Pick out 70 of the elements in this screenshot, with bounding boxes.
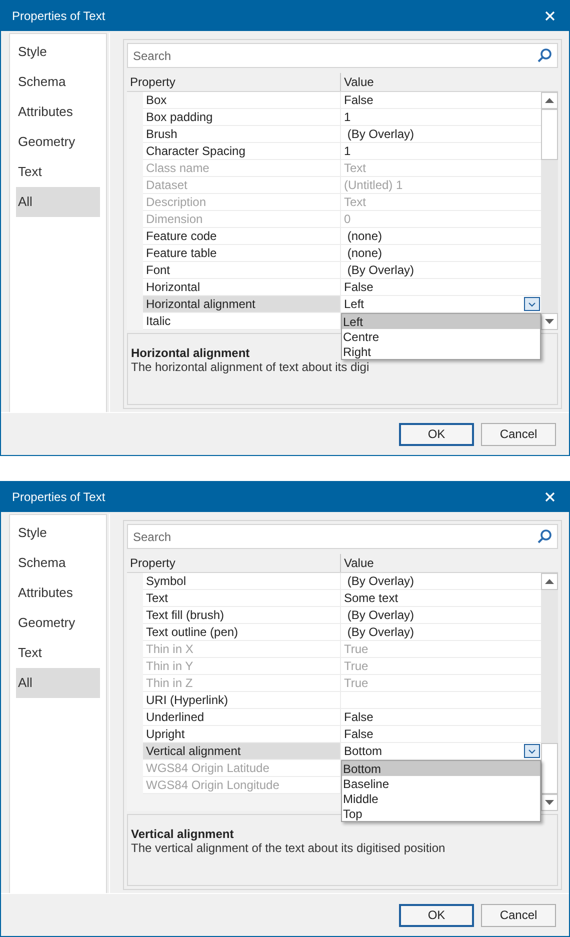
property-name[interactable]: Horizontal alignment	[143, 296, 341, 313]
dropdown-option[interactable]: Baseline	[342, 776, 540, 791]
dropdown-option[interactable]: Centre	[342, 329, 540, 344]
dropdown-chevron-icon[interactable]	[524, 297, 540, 311]
window-title: Properties of Text	[12, 8, 106, 25]
category-item[interactable]: Text	[16, 638, 100, 668]
category-item[interactable]: Geometry	[16, 127, 100, 157]
category-item[interactable]: Attributes	[16, 578, 100, 608]
search-field[interactable]: Search	[127, 43, 558, 68]
scroll-up-icon[interactable]	[545, 579, 554, 584]
property-name[interactable]: Text	[143, 590, 341, 607]
search-input[interactable]: Search	[133, 528, 537, 546]
property-name[interactable]: Feature code	[143, 228, 341, 245]
description-title: Vertical alignment	[131, 827, 234, 841]
scroll-thumb[interactable]	[541, 109, 558, 160]
close-icon[interactable]	[545, 11, 555, 21]
category-item[interactable]: Style	[16, 518, 100, 548]
category-item[interactable]: All	[16, 187, 100, 217]
scroll-up-icon[interactable]	[545, 98, 554, 103]
dropdown-option[interactable]: Bottom	[342, 761, 540, 776]
property-name[interactable]: Horizontal	[143, 279, 341, 296]
property-name[interactable]: Box	[143, 92, 341, 109]
description-text: The horizontal alignment of text about its digi	[131, 360, 370, 374]
category-item[interactable]: Attributes	[16, 97, 100, 127]
scrollbar[interactable]	[541, 92, 558, 330]
category-item[interactable]: Schema	[16, 67, 100, 97]
dropdown-option[interactable]: Middle	[342, 791, 540, 806]
property-name[interactable]: Underlined	[143, 709, 341, 726]
description-title: Horizontal alignment	[131, 346, 250, 360]
column-header[interactable]: Property	[127, 73, 341, 91]
property-name[interactable]: Italic	[143, 313, 341, 330]
value-cell[interactable]	[341, 692, 541, 709]
search-icon[interactable]	[537, 48, 552, 63]
property-name[interactable]: URI (Hyperlink)	[143, 692, 341, 709]
scroll-thumb[interactable]	[541, 743, 558, 794]
column-header[interactable]: Value	[341, 73, 558, 91]
scroll-down-icon[interactable]	[545, 800, 554, 805]
dropdown-chevron-icon[interactable]	[524, 744, 540, 758]
property-name[interactable]: Text outline (pen)	[143, 624, 341, 641]
window-title: Properties of Text	[12, 489, 106, 506]
dropdown-option[interactable]: Top	[342, 806, 540, 821]
property-name[interactable]: Symbol	[143, 573, 341, 590]
search-input[interactable]: Search	[133, 46, 537, 64]
dialog-button[interactable]: OK	[399, 422, 474, 446]
search-field[interactable]: Search	[127, 524, 558, 549]
property-name[interactable]: Text fill (brush)	[143, 607, 341, 624]
property-name[interactable]: Upright	[143, 726, 341, 743]
category-item[interactable]: All	[16, 668, 100, 698]
search-icon[interactable]	[537, 529, 552, 544]
dialog-button[interactable]: OK	[399, 904, 474, 926]
category-item[interactable]: Schema	[16, 548, 100, 578]
column-header[interactable]: Value	[341, 554, 558, 572]
close-icon[interactable]	[545, 492, 555, 502]
property-name[interactable]: Font	[143, 262, 341, 279]
column-header[interactable]: Property	[127, 554, 341, 572]
dialog-button[interactable]: Cancel	[481, 904, 556, 926]
property-name[interactable]: Box padding	[143, 109, 341, 126]
property-name[interactable]: Character Spacing	[143, 143, 341, 160]
category-item[interactable]: Geometry	[16, 608, 100, 638]
property-name[interactable]: Brush	[143, 126, 341, 143]
dialog-button[interactable]: Cancel	[481, 422, 556, 446]
property-name[interactable]: Vertical alignment	[143, 743, 341, 760]
category-item[interactable]: Text	[16, 157, 100, 187]
property-name[interactable]: Feature table	[143, 245, 341, 262]
dropdown-option[interactable]: Left	[342, 314, 540, 329]
scrollbar[interactable]	[541, 573, 558, 811]
dropdown-option[interactable]: Right	[342, 344, 540, 359]
scroll-down-icon[interactable]	[545, 319, 554, 324]
description-text: The vertical alignment of the text about its digitised position	[131, 841, 446, 855]
category-item[interactable]: Style	[16, 37, 100, 67]
